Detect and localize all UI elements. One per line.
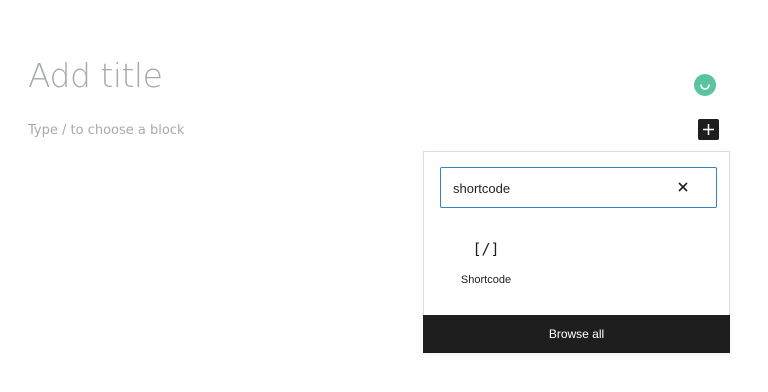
browse-all-button[interactable]: Browse all [423,315,730,353]
shortcode-icon: [/] [472,240,500,258]
status-indicator-icon [694,74,716,96]
clear-search-button[interactable] [676,180,690,194]
block-result-shortcode[interactable]: [/] Shortcode [442,234,530,294]
block-inserter-popover: [/] Shortcode Browse all [423,151,730,353]
block-result-label: Shortcode [460,274,512,286]
add-block-button[interactable] [698,119,719,140]
plus-icon [703,124,714,135]
block-placeholder[interactable]: Type / to choose a block [28,123,184,138]
post-title[interactable]: Add title [28,56,163,95]
block-search-box [440,167,717,208]
block-search-input[interactable] [453,178,668,198]
close-icon [678,182,688,192]
